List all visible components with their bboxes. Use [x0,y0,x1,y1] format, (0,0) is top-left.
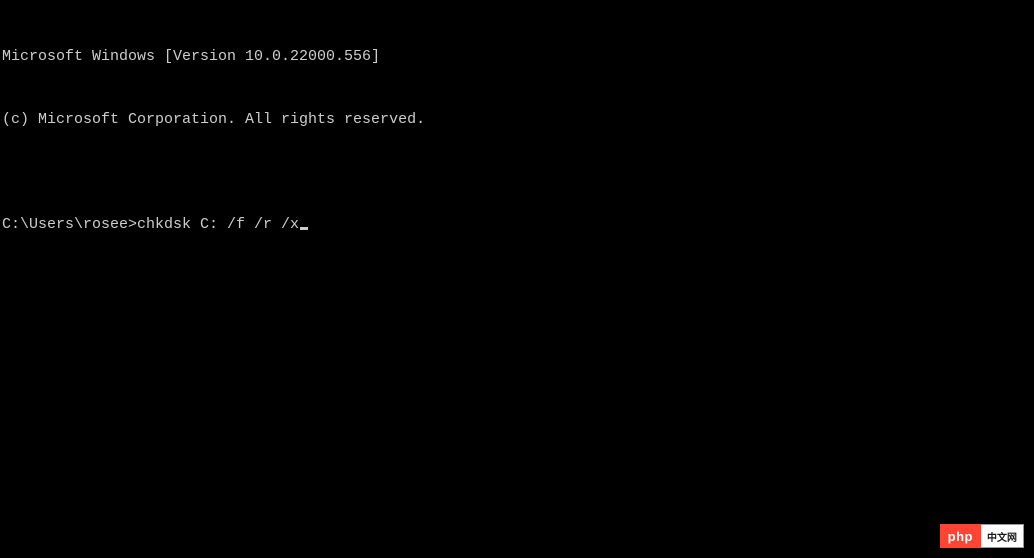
command-input[interactable]: chkdsk C: /f /r /x [137,214,299,235]
watermark-right-label: 中文网 [981,524,1024,548]
prompt-text: C:\Users\rosee> [2,214,137,235]
version-line: Microsoft Windows [Version 10.0.22000.55… [2,46,1032,67]
cursor-icon [300,227,308,230]
command-line[interactable]: C:\Users\rosee>chkdsk C: /f /r /x [2,214,1032,235]
watermark-badge: php 中文网 [940,524,1024,548]
terminal-output[interactable]: Microsoft Windows [Version 10.0.22000.55… [0,0,1034,260]
copyright-line: (c) Microsoft Corporation. All rights re… [2,109,1032,130]
watermark-left-label: php [940,524,981,548]
